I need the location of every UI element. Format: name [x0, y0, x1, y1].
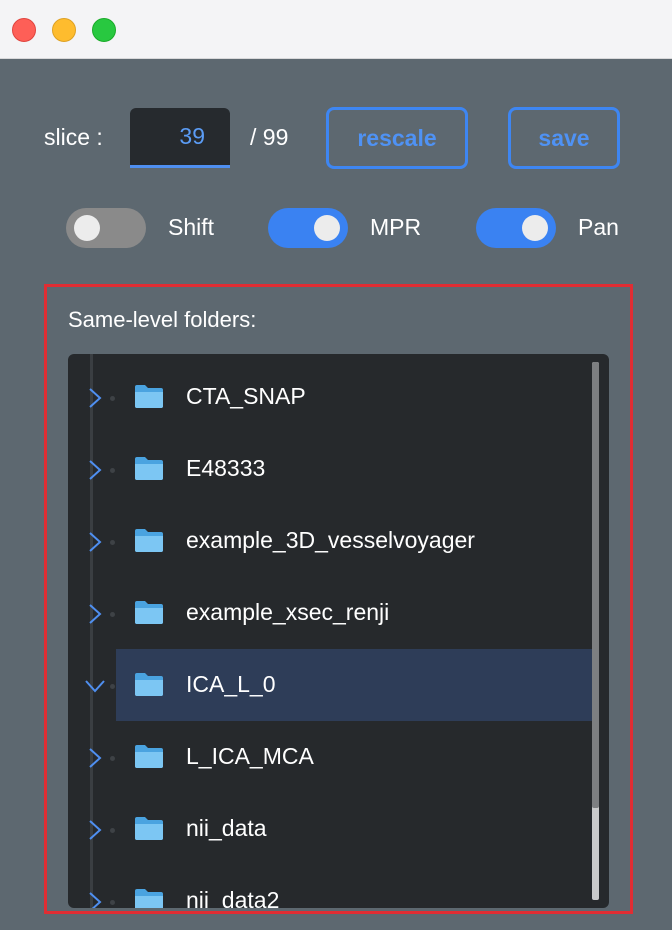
folder-tree-item[interactable]: example_3D_vesselvoyager	[68, 505, 592, 577]
chevron-right-icon[interactable]	[84, 747, 106, 769]
folder-icon	[134, 599, 164, 625]
toggle-knob	[522, 215, 548, 241]
panel-title: Same-level folders:	[68, 307, 257, 332]
folder-icon	[134, 671, 164, 697]
minimize-window-button[interactable]	[52, 18, 76, 42]
title-bar	[0, 0, 672, 59]
toggle-knob	[74, 215, 100, 241]
pan-toggle[interactable]	[476, 208, 556, 248]
folder-name: E48333	[186, 455, 266, 481]
folder-icon	[134, 815, 164, 841]
chevron-down-icon[interactable]	[84, 675, 106, 697]
chevron-right-icon[interactable]	[84, 891, 106, 908]
tree-connector-dot	[110, 468, 115, 473]
tree-connector-dot	[110, 900, 115, 905]
folder-tree-item[interactable]: E48333	[68, 433, 592, 505]
close-window-button[interactable]	[12, 18, 36, 42]
chevron-right-icon[interactable]	[84, 603, 106, 625]
tree-connector-dot	[110, 756, 115, 761]
folder-name: nii_data2	[186, 887, 280, 908]
maximize-window-button[interactable]	[92, 18, 116, 42]
tree-connector-dot	[110, 540, 115, 545]
scrollbar-thumb[interactable]	[592, 362, 599, 808]
folder-name: CTA_SNAP	[186, 383, 306, 409]
save-button[interactable]: save	[508, 107, 620, 169]
folder-tree-item[interactable]: ICA_L_0	[68, 649, 592, 721]
folder-name: nii_data	[186, 815, 267, 841]
chevron-right-icon[interactable]	[84, 459, 106, 481]
chevron-right-icon[interactable]	[84, 531, 106, 553]
tree-connector-dot	[110, 684, 115, 689]
folder-name: example_xsec_renji	[186, 599, 390, 625]
folder-icon	[134, 527, 164, 553]
folder-tree-item[interactable]: nii_data2	[68, 865, 592, 908]
mpr-toggle-label: MPR	[370, 214, 422, 240]
tree-connector-dot	[110, 396, 115, 401]
toggle-knob	[314, 215, 340, 241]
rescale-button[interactable]: rescale	[326, 107, 468, 169]
folder-icon	[134, 383, 164, 409]
slice-input[interactable]: 39	[130, 108, 230, 168]
folder-name: example_3D_vesselvoyager	[186, 527, 475, 553]
folder-name: L_ICA_MCA	[186, 743, 314, 769]
tree-connector-dot	[110, 612, 115, 617]
tree-connector-dot	[110, 828, 115, 833]
slice-label: slice :	[44, 124, 103, 150]
slice-total: / 99	[250, 124, 289, 150]
folder-tree-item[interactable]: CTA_SNAP	[68, 361, 592, 433]
folder-name: ICA_L_0	[186, 671, 276, 697]
chevron-right-icon[interactable]	[84, 387, 106, 409]
folder-tree-item[interactable]: nii_data	[68, 793, 592, 865]
folder-tree[interactable]: CTA_SNAP E48333 example_3D_vesselvoyagerex…	[68, 354, 609, 908]
shift-toggle[interactable]	[66, 208, 146, 248]
folder-icon	[134, 743, 164, 769]
folder-icon	[134, 887, 164, 908]
folder-icon	[134, 455, 164, 481]
mpr-toggle[interactable]	[268, 208, 348, 248]
same-level-folders-panel: Same-level folders: CTA_SNAP E48333 exampl…	[44, 284, 633, 914]
chevron-right-icon[interactable]	[84, 819, 106, 841]
pan-toggle-label: Pan	[578, 214, 619, 240]
folder-tree-item[interactable]: example_xsec_renji	[68, 577, 592, 649]
shift-toggle-label: Shift	[168, 214, 215, 240]
folder-tree-item[interactable]: L_ICA_MCA	[68, 721, 592, 793]
